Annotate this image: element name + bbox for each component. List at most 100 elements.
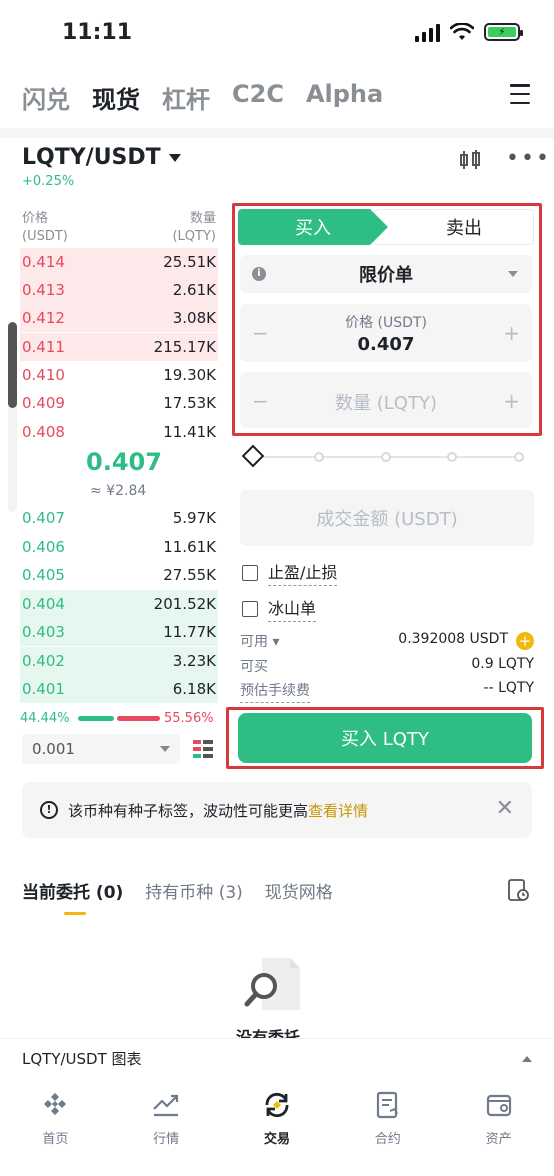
ask-row[interactable]: 0.408 11.41K xyxy=(20,418,218,446)
ask-price: 0.412 xyxy=(22,309,65,327)
ask-price: 0.413 xyxy=(22,281,65,299)
buy-submit-button[interactable]: 买入 LQTY xyxy=(238,713,532,763)
nav-trade[interactable]: 交易 xyxy=(237,1080,317,1176)
price-input-value: 0.407 xyxy=(357,334,415,355)
quantity-increment-button[interactable]: + xyxy=(503,389,520,413)
ask-row[interactable]: 0.413 2.61K xyxy=(20,276,218,304)
tab-c2c[interactable]: C2C xyxy=(232,80,284,115)
price-input[interactable]: − 价格 (USDT) 0.407 + xyxy=(240,304,532,362)
ask-row[interactable]: 0.414 25.51K xyxy=(20,248,218,276)
ask-row[interactable]: 0.409 17.53K xyxy=(20,389,218,417)
nav-home[interactable]: 首页 xyxy=(15,1080,95,1176)
info-icon[interactable]: i xyxy=(252,267,266,281)
nav-futures[interactable]: 合约 xyxy=(348,1080,428,1176)
close-icon[interactable]: ✕ xyxy=(496,796,514,821)
chevron-down-icon xyxy=(160,746,170,752)
total-amount-input[interactable]: 成交金额 (USDT) xyxy=(240,490,534,546)
slider-step-50[interactable] xyxy=(381,452,391,462)
buy-tab[interactable]: 买入 xyxy=(238,209,388,245)
wifi-icon xyxy=(450,23,474,40)
tab-spot-grid[interactable]: 现货网格 xyxy=(265,878,333,903)
add-funds-icon[interactable]: + xyxy=(516,632,534,650)
candlestick-chart-icon[interactable] xyxy=(458,148,482,177)
pair-selector[interactable]: LQTY/USDT xyxy=(22,145,181,170)
more-options-icon[interactable]: ••• xyxy=(506,146,551,171)
futures-icon xyxy=(376,1091,398,1119)
battery-icon: ⚡ xyxy=(484,23,523,41)
nav-markets[interactable]: 行情 xyxy=(126,1080,206,1176)
bid-row[interactable]: 0.403 11.77K xyxy=(20,618,218,646)
ask-row[interactable]: 0.411 215.17K xyxy=(20,333,218,361)
trade-icon xyxy=(265,1092,289,1118)
empty-orders-icon xyxy=(242,954,306,1014)
status-icons: ⚡ xyxy=(415,22,523,42)
orderbook-layout-icon[interactable] xyxy=(192,738,214,760)
tp-sl-checkbox[interactable] xyxy=(242,564,258,581)
price-input-label: 价格 (USDT) xyxy=(345,315,427,331)
bid-row[interactable]: 0.402 3.23K xyxy=(20,647,218,675)
quantity-placeholder: 数量 (LQTY) xyxy=(335,393,437,414)
nav-assets[interactable]: 资产 xyxy=(459,1080,539,1176)
ask-row[interactable]: 0.412 3.08K xyxy=(20,304,218,332)
tab-spot[interactable]: 现货 xyxy=(92,80,140,115)
markets-icon xyxy=(153,1094,179,1117)
price-change: +0.25% xyxy=(22,174,75,189)
ask-qty: 17.53K xyxy=(163,394,216,412)
bid-row[interactable]: 0.405 27.55K xyxy=(20,561,218,589)
last-price-cny: ≈ ¥2.84 xyxy=(90,483,147,499)
tp-sl-option[interactable]: 止盈/止损 xyxy=(242,559,338,586)
sell-ratio: 55.56% xyxy=(164,711,214,726)
quantity-input[interactable]: − 数量 (LQTY) + xyxy=(240,372,532,428)
bid-row[interactable]: 0.404 201.52K xyxy=(20,590,218,618)
bid-price: 0.403 xyxy=(22,623,65,641)
bid-row[interactable]: 0.407 5.97K xyxy=(20,504,218,532)
sell-tab[interactable]: 卖出 xyxy=(374,209,534,245)
ask-qty: 19.30K xyxy=(163,366,216,384)
available-label[interactable]: 可用 ▾ xyxy=(240,631,279,651)
notice-details-link[interactable]: 查看详情 xyxy=(308,800,368,821)
tab-holdings[interactable]: 持有币种 (3) xyxy=(145,878,242,903)
tab-margin[interactable]: 杠杆 xyxy=(162,80,210,115)
slider-handle[interactable] xyxy=(241,444,265,468)
ask-row[interactable]: 0.410 19.30K xyxy=(20,361,218,389)
can-buy-label: 可买 xyxy=(240,659,268,675)
bid-row[interactable]: 0.406 11.61K xyxy=(20,533,218,561)
bid-price: 0.407 xyxy=(22,509,65,527)
order-history-icon[interactable] xyxy=(508,878,530,902)
status-time: 11:11 xyxy=(62,20,133,45)
ask-qty: 3.08K xyxy=(172,309,216,327)
ask-qty: 25.51K xyxy=(163,253,216,271)
iceberg-checkbox[interactable] xyxy=(242,600,258,617)
slider-step-100[interactable] xyxy=(514,452,524,462)
tab-alpha[interactable]: Alpha xyxy=(306,80,383,115)
menu-icon[interactable] xyxy=(510,84,530,104)
tab-convert[interactable]: 闪兑 xyxy=(22,80,70,115)
bid-qty: 5.97K xyxy=(172,509,216,527)
ask-qty: 2.61K xyxy=(172,281,216,299)
slider-step-25[interactable] xyxy=(314,452,324,462)
order-type-select[interactable]: i 限价单 xyxy=(240,255,532,293)
buy-ratio-bar xyxy=(78,716,114,721)
bid-price: 0.401 xyxy=(22,680,65,698)
bid-qty: 201.52K xyxy=(153,595,216,613)
bid-price: 0.402 xyxy=(22,652,65,670)
chart-drawer-label: LQTY/USDT 图表 xyxy=(22,1050,142,1068)
tab-open-orders[interactable]: 当前委托 (0) xyxy=(22,878,123,903)
chevron-down-icon xyxy=(508,271,518,277)
pair-name: LQTY/USDT xyxy=(22,145,161,170)
price-increment-button[interactable]: + xyxy=(503,321,520,345)
can-buy-value: 0.9 LQTY xyxy=(471,656,534,672)
iceberg-option[interactable]: 冰山单 xyxy=(242,595,317,622)
scrollbar-thumb[interactable] xyxy=(8,322,17,408)
ask-qty: 11.41K xyxy=(163,423,216,441)
depth-precision-value: 0.001 xyxy=(32,740,75,758)
depth-precision-select[interactable]: 0.001 xyxy=(22,734,180,764)
bid-price: 0.404 xyxy=(22,595,65,613)
last-price[interactable]: 0.407 xyxy=(86,448,162,476)
buy-ratio: 44.44% xyxy=(20,711,70,726)
bid-qty: 3.23K xyxy=(172,652,216,670)
bid-row[interactable]: 0.401 6.18K xyxy=(20,675,218,703)
bid-price: 0.406 xyxy=(22,538,65,556)
chart-drawer-toggle[interactable]: LQTY/USDT 图表 xyxy=(0,1038,554,1078)
slider-step-75[interactable] xyxy=(447,452,457,462)
